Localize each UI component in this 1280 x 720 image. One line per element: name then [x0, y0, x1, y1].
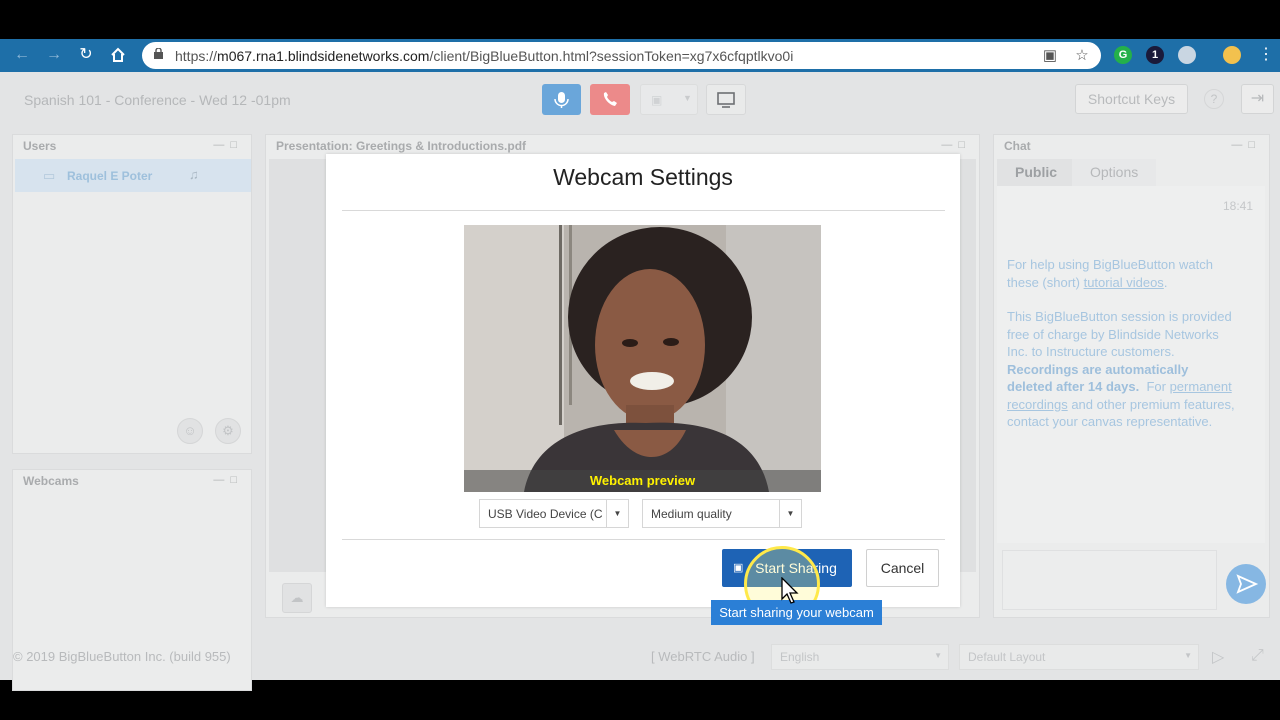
upload-icon[interactable]: ☁: [282, 583, 312, 613]
user-list-item[interactable]: ▭ Raquel E Poter ♫: [15, 159, 251, 192]
phone-icon: [603, 92, 617, 106]
camera-permission-icon[interactable]: ▣: [1041, 47, 1059, 65]
grammarly-extension-icon[interactable]: G: [1114, 46, 1132, 64]
chevron-down-icon: ▼: [683, 93, 692, 103]
forward-icon[interactable]: →: [43, 44, 65, 66]
microphone-icon: [554, 92, 569, 108]
modal-title: Webcam Settings: [553, 164, 733, 190]
video-quality-select[interactable]: Medium quality ▼: [642, 499, 802, 528]
back-icon[interactable]: ←: [11, 44, 33, 66]
password-extension-icon[interactable]: 1: [1146, 46, 1164, 64]
chat-messages: 18:41 For help using BigBlueButton watch…: [997, 186, 1265, 543]
emoji-status-icon[interactable]: ☺: [177, 418, 203, 444]
audio-status: [ WebRTC Audio ]: [651, 649, 755, 664]
users-panel: Users —□ ▭ Raquel E Poter ♫ ☺ ⚙: [12, 134, 252, 454]
hangup-button[interactable]: [590, 84, 630, 115]
window-controls[interactable]: —□: [213, 139, 243, 151]
chat-panel: Chat —□ Public Options 18:41 For help us…: [993, 134, 1270, 618]
info-message: This BigBlueButton session is provided f…: [1007, 309, 1235, 429]
webcam-dropdown-button[interactable]: ▣ ▼: [640, 84, 698, 115]
conference-title: Spanish 101 - Conference - Wed 12 -01pm: [24, 92, 291, 108]
lock-icon: [154, 48, 163, 59]
microphone-status-icon: ♫: [189, 167, 199, 182]
webcam-preview: Webcam preview: [464, 225, 821, 492]
send-icon: [1236, 574, 1259, 594]
extension-icon[interactable]: [1178, 46, 1196, 64]
permanent-link[interactable]: permanent: [1170, 379, 1232, 394]
webcam-icon: ▣: [651, 93, 663, 107]
language-select[interactable]: English ▼: [771, 644, 949, 670]
divider: [342, 210, 945, 211]
profile-avatar[interactable]: [1223, 46, 1241, 64]
tutorial-videos-link[interactable]: tutorial videos: [1084, 275, 1164, 290]
fullscreen-icon[interactable]: ⤢: [1251, 647, 1264, 665]
layout-select[interactable]: Default Layout ▼: [959, 644, 1199, 670]
presenter-icon: ▭: [43, 168, 56, 183]
chevron-down-icon: ▼: [934, 651, 942, 660]
webcam-preview-caption: Webcam preview: [464, 470, 821, 492]
settings-gear-icon[interactable]: ⚙: [215, 418, 241, 444]
window-controls[interactable]: —□: [1231, 139, 1261, 151]
shortcut-keys-button[interactable]: Shortcut Keys: [1075, 84, 1188, 114]
user-name: Raquel E Poter: [67, 169, 153, 183]
cancel-button[interactable]: Cancel: [866, 549, 939, 587]
chat-title: Chat: [1004, 139, 1031, 153]
reload-icon[interactable]: ↻: [75, 44, 97, 66]
chevron-down-icon: ▼: [606, 500, 628, 527]
url-text: https://m067.rna1.blindsidenetworks.com/…: [175, 48, 794, 64]
home-icon[interactable]: [107, 44, 129, 66]
chat-input[interactable]: [1002, 550, 1217, 610]
apply-layout-icon[interactable]: ▷: [1212, 647, 1224, 667]
bookmark-star-icon[interactable]: ☆: [1073, 47, 1091, 65]
webcam-video-image: [464, 225, 821, 492]
tab-public[interactable]: Public: [997, 159, 1076, 186]
browser-toolbar: ← → ↻ https://m067.rna1.blindsidenetwork…: [0, 39, 1280, 72]
webcam-settings-modal: Webcam Settings Webcam preview USB Video…: [326, 154, 960, 607]
window-controls[interactable]: —□: [213, 474, 243, 486]
message-timestamp: 18:41: [1222, 199, 1253, 213]
chevron-down-icon: ▼: [1184, 651, 1192, 660]
microphone-button[interactable]: [542, 84, 581, 115]
screen: ← → ↻ https://m067.rna1.blindsidenetwork…: [0, 0, 1280, 720]
chevron-down-icon: ▼: [779, 500, 801, 527]
help-icon[interactable]: ?: [1204, 89, 1224, 109]
mouse-cursor-icon: [781, 577, 799, 604]
video-camera-icon: ▣: [733, 562, 744, 574]
window-controls[interactable]: —□: [941, 139, 971, 151]
address-bar[interactable]: https://m067.rna1.blindsidenetworks.com/…: [142, 42, 1101, 69]
screen-share-button[interactable]: [706, 84, 746, 115]
tab-options[interactable]: Options: [1072, 159, 1157, 186]
bigbluebutton-app: Spanish 101 - Conference - Wed 12 -01pm …: [0, 72, 1280, 691]
send-message-button[interactable]: [1226, 564, 1266, 604]
browser-menu-icon[interactable]: ⋮: [1255, 44, 1277, 66]
copyright-text: © 2019 BigBlueButton Inc. (build 955): [13, 649, 231, 664]
help-message: For help using BigBlueButton watch these…: [1007, 257, 1213, 290]
monitor-icon: [717, 92, 735, 108]
camera-device-select[interactable]: USB Video Device (C ▼: [479, 499, 629, 528]
recordings-link[interactable]: recordings: [1007, 397, 1068, 412]
logout-icon[interactable]: ⇥: [1241, 84, 1274, 114]
divider: [342, 539, 945, 540]
